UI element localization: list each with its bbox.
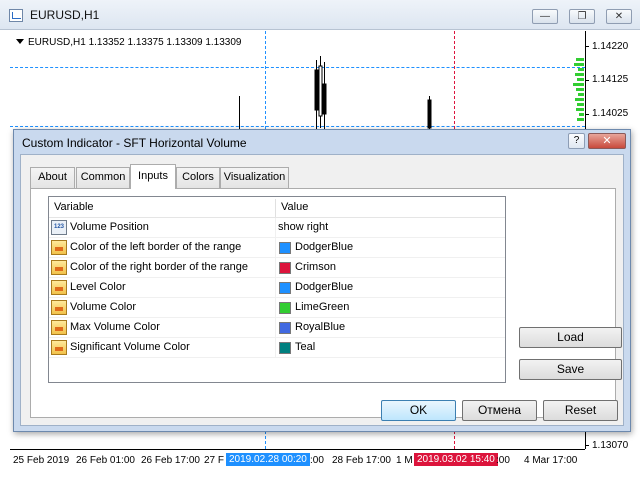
dropdown-triangle-icon: [16, 39, 24, 44]
price-tick: [585, 46, 589, 47]
value-text[interactable]: Teal: [295, 341, 315, 353]
variable-name: Significant Volume Color: [70, 341, 190, 353]
value-text[interactable]: Crimson: [295, 261, 336, 273]
level-line: [10, 126, 585, 127]
value-text[interactable]: DodgerBlue: [295, 241, 353, 253]
variable-cell: Color of the right border of the range: [49, 258, 276, 278]
variable-cell: Significant Volume Color: [49, 338, 276, 358]
variable-cell: 123 Volume Position: [49, 218, 276, 238]
table-row[interactable]: Max Volume Color RoyalBlue: [49, 318, 505, 338]
time-label: 4 Mar 17:00: [524, 455, 578, 466]
close-window-button[interactable]: ✕: [606, 9, 632, 24]
tab-about[interactable]: About: [30, 167, 75, 188]
symbol-info: EURUSD,H1 1.13352 1.13375 1.13309 1.1330…: [16, 37, 242, 48]
window-titlebar: EURUSD,H1 — ❐ ✕: [0, 0, 640, 30]
reset-button[interactable]: Reset: [543, 400, 618, 421]
cancel-button[interactable]: Отмена: [462, 400, 537, 421]
value-text[interactable]: DodgerBlue: [295, 281, 353, 293]
dialog-body: About Common Inputs Colors Visualization…: [20, 154, 624, 426]
tab-common[interactable]: Common: [76, 167, 130, 188]
help-button[interactable]: ?: [568, 133, 585, 149]
table-row[interactable]: Color of the left border of the range Do…: [49, 238, 505, 258]
right-border-time-marker: 2019.03.02 15:40: [414, 453, 498, 466]
window-title: EURUSD,H1: [30, 8, 100, 22]
price-label: 1.14220: [592, 41, 629, 52]
time-label: 26 Feb 01:00: [76, 455, 135, 466]
left-border-time-marker: 2019.02.28 00:20: [226, 453, 310, 466]
variable-name: Level Color: [70, 281, 126, 293]
variable-cell: Color of the left border of the range: [49, 238, 276, 258]
time-label: 28 Feb 17:00: [332, 455, 391, 466]
custom-indicator-dialog: Custom Indicator - SFT Horizontal Volume…: [13, 129, 631, 432]
time-label: 25 Feb 2019: [13, 455, 70, 466]
inputs-grid: Variable Value 123 Volume Position show …: [48, 196, 506, 383]
variable-name: Volume Position: [70, 221, 149, 233]
time-label: 26 Feb 17:00: [141, 455, 200, 466]
time-axis[interactable]: 25 Feb 2019 26 Feb 01:00 26 Feb 17:00 27…: [10, 449, 585, 480]
table-row[interactable]: Color of the right border of the range C…: [49, 258, 505, 278]
minimize-button[interactable]: —: [532, 9, 558, 24]
chart-window-icon: [9, 9, 23, 22]
price-label: 1.14125: [592, 74, 629, 85]
price-label: 1.14025: [592, 108, 629, 119]
variable-name: Max Volume Color: [70, 321, 160, 333]
dialog-close-button[interactable]: ✕: [588, 133, 626, 149]
tab-inputs[interactable]: Inputs: [130, 164, 176, 189]
color-param-icon: [51, 340, 67, 355]
color-swatch: [279, 262, 291, 274]
dialog-titlebar[interactable]: Custom Indicator - SFT Horizontal Volume…: [14, 130, 630, 154]
grid-header: Variable Value: [49, 197, 505, 218]
time-label: 1 M: [396, 455, 413, 466]
price-tick: [585, 80, 589, 81]
color-param-icon: [51, 240, 67, 255]
time-label: :00: [310, 455, 324, 466]
variable-name: Volume Color: [70, 301, 137, 313]
color-swatch: [279, 322, 291, 334]
table-row[interactable]: 123 Volume Position show right: [49, 218, 505, 238]
load-button[interactable]: Load: [519, 327, 622, 348]
ok-button[interactable]: OK: [381, 400, 456, 421]
color-param-icon: [51, 300, 67, 315]
time-label: 27 F: [204, 455, 225, 466]
dialog-title: Custom Indicator - SFT Horizontal Volume: [22, 136, 247, 150]
column-header-variable[interactable]: Variable: [49, 197, 275, 218]
table-row[interactable]: Volume Color LimeGreen: [49, 298, 505, 318]
color-param-icon: [51, 280, 67, 295]
restore-button[interactable]: ❐: [569, 9, 595, 24]
variable-name: Color of the left border of the range: [70, 241, 242, 253]
variable-name: Color of the right border of the range: [70, 261, 248, 273]
integer-icon: 123: [51, 220, 67, 235]
time-label: :00: [496, 455, 510, 466]
color-param-icon: [51, 320, 67, 335]
variable-cell: Level Color: [49, 278, 276, 298]
table-row[interactable]: Level Color DodgerBlue: [49, 278, 505, 298]
value-text[interactable]: show right: [278, 221, 328, 233]
value-text[interactable]: RoyalBlue: [295, 321, 345, 333]
color-swatch: [279, 282, 291, 294]
inputs-tab-panel: Variable Value 123 Volume Position show …: [30, 188, 622, 418]
color-swatch: [279, 242, 291, 254]
level-line: [10, 67, 585, 68]
color-swatch: [279, 342, 291, 354]
value-text[interactable]: LimeGreen: [295, 301, 349, 313]
column-header-value[interactable]: Value: [276, 197, 505, 218]
color-swatch: [279, 302, 291, 314]
table-row[interactable]: Significant Volume Color Teal: [49, 338, 505, 358]
variable-cell: Max Volume Color: [49, 318, 276, 338]
price-tick: [585, 114, 589, 115]
save-button[interactable]: Save: [519, 359, 622, 380]
variable-cell: Volume Color: [49, 298, 276, 318]
color-param-icon: [51, 260, 67, 275]
price-tick: [585, 445, 589, 446]
tab-colors[interactable]: Colors: [176, 167, 220, 188]
price-label: 1.13070: [592, 440, 629, 451]
tab-visualization[interactable]: Visualization: [220, 167, 289, 188]
